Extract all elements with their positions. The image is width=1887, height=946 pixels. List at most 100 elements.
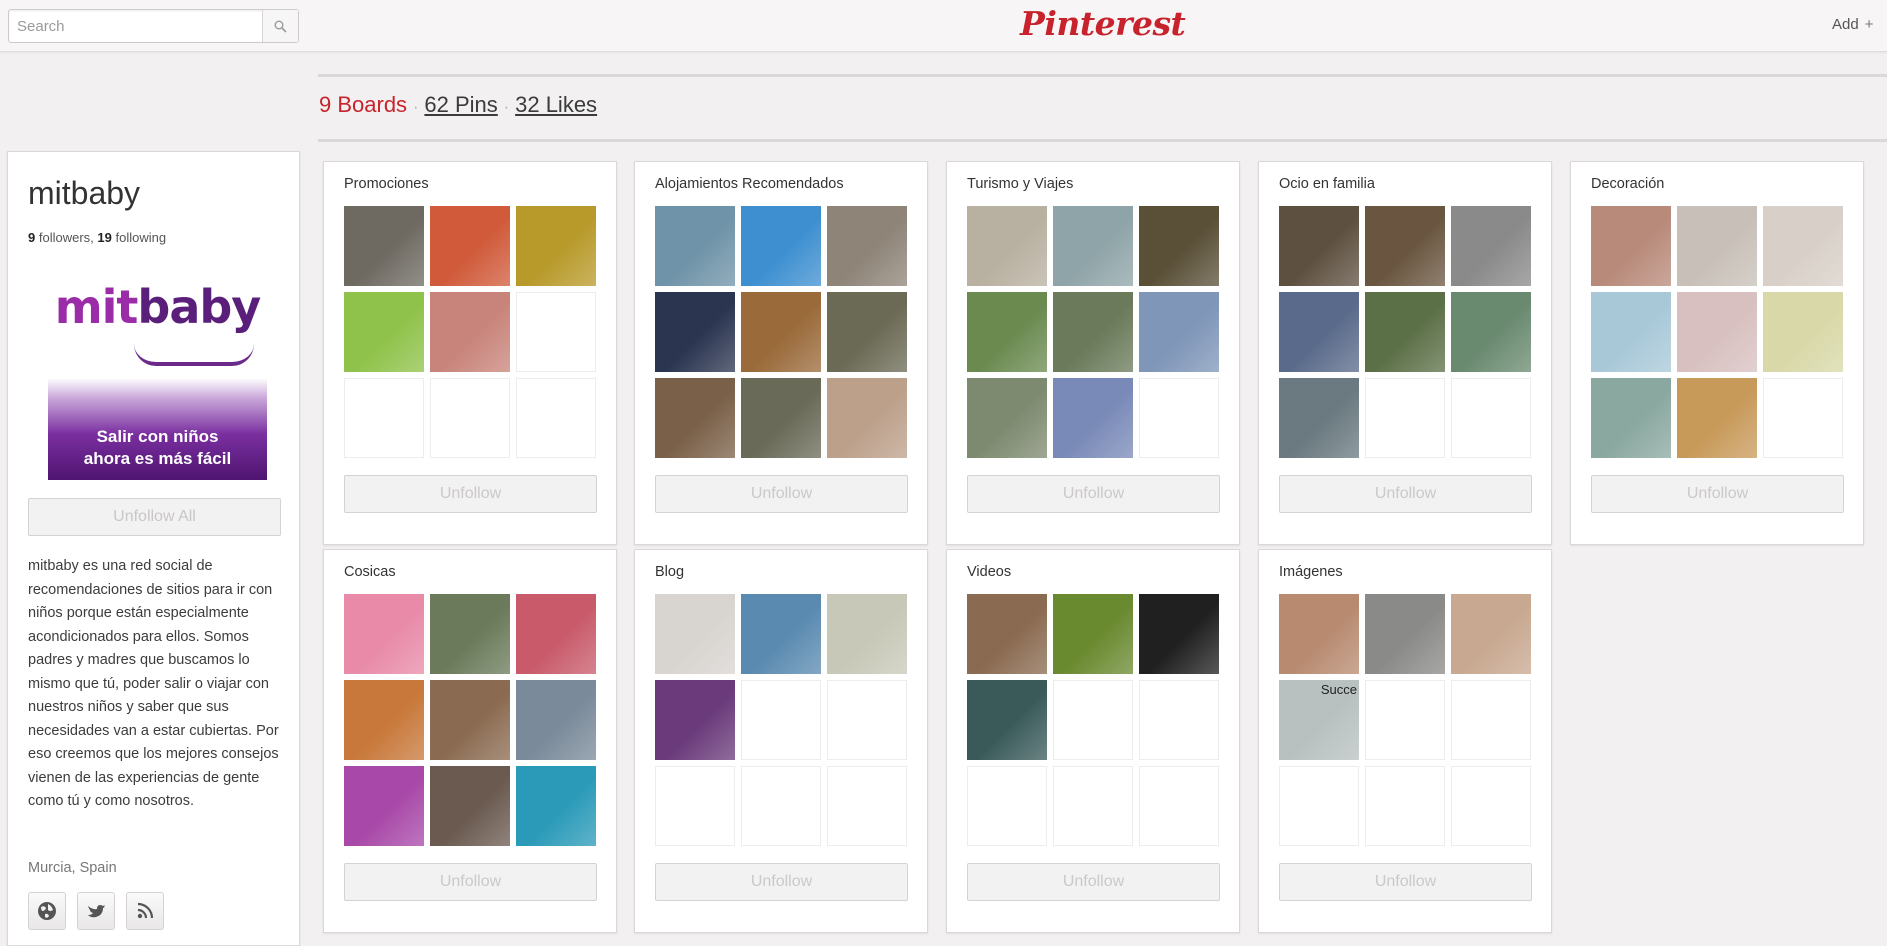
twitter-icon bbox=[88, 905, 105, 918]
board-title[interactable]: Ocio en familia bbox=[1279, 176, 1375, 192]
pin-thumbnail bbox=[655, 206, 735, 286]
website-link[interactable] bbox=[28, 892, 66, 930]
avatar-banner: Salir con niños ahora es más fácil bbox=[48, 378, 267, 480]
search-input[interactable] bbox=[9, 10, 263, 42]
board-thumbnails[interactable] bbox=[967, 594, 1220, 846]
pin-thumbnail bbox=[1677, 206, 1757, 286]
globe-icon bbox=[38, 902, 56, 920]
pin-thumbnail bbox=[1139, 594, 1219, 674]
board-title[interactable]: Decoración bbox=[1591, 176, 1664, 192]
pin-thumbnail bbox=[1591, 378, 1671, 458]
board-card[interactable]: Promociones Unfollow bbox=[323, 161, 617, 545]
empty-thumbnail bbox=[741, 766, 821, 846]
empty-thumbnail bbox=[516, 378, 596, 458]
rss-link[interactable] bbox=[126, 892, 164, 930]
separator: · bbox=[503, 99, 510, 116]
pin-thumbnail bbox=[1365, 594, 1445, 674]
pin-thumbnail bbox=[1365, 292, 1445, 372]
board-card[interactable]: Ocio en familia Unfollow bbox=[1258, 161, 1552, 545]
empty-thumbnail bbox=[344, 378, 424, 458]
unfollow-board-button[interactable]: Unfollow bbox=[1279, 863, 1532, 901]
pin-thumbnail bbox=[741, 378, 821, 458]
board-card[interactable]: Decoración Unfollow bbox=[1570, 161, 1864, 545]
add-label: Add bbox=[1832, 16, 1859, 33]
separator: · bbox=[413, 99, 419, 116]
unfollow-board-button[interactable]: Unfollow bbox=[967, 475, 1220, 513]
pin-thumbnail bbox=[430, 680, 510, 760]
pin-thumbnail bbox=[516, 766, 596, 846]
board-thumbnails[interactable] bbox=[344, 594, 597, 846]
empty-thumbnail bbox=[1139, 766, 1219, 846]
board-thumbnails[interactable] bbox=[344, 206, 597, 458]
add-button[interactable]: Add + bbox=[1832, 16, 1873, 33]
pin-thumbnail bbox=[827, 378, 907, 458]
unfollow-board-button[interactable]: Unfollow bbox=[655, 475, 908, 513]
pins-tab[interactable]: 62 Pins bbox=[424, 92, 497, 117]
board-thumbnails[interactable]: Succe bbox=[1279, 594, 1532, 846]
pin-thumbnail bbox=[516, 680, 596, 760]
followers-count[interactable]: 9 bbox=[28, 230, 35, 245]
thumbnail-caption: Succe bbox=[1320, 682, 1357, 697]
unfollow-board-button[interactable]: Unfollow bbox=[655, 863, 908, 901]
unfollow-all-button[interactable]: Unfollow All bbox=[28, 498, 281, 536]
pin-thumbnail bbox=[1763, 206, 1843, 286]
pin-thumbnail bbox=[1053, 378, 1133, 458]
pin-thumbnail bbox=[516, 206, 596, 286]
unfollow-board-button[interactable]: Unfollow bbox=[967, 863, 1220, 901]
pin-thumbnail bbox=[1365, 206, 1445, 286]
boards-tab[interactable]: 9 Boards bbox=[319, 92, 407, 117]
board-card[interactable]: Cosicas Unfollow bbox=[323, 549, 617, 933]
following-count[interactable]: 19 bbox=[97, 230, 111, 245]
board-thumbnails[interactable] bbox=[1279, 206, 1532, 458]
board-card[interactable]: Blog Unfollow bbox=[634, 549, 928, 933]
pin-thumbnail bbox=[967, 292, 1047, 372]
board-card[interactable]: Videos Unfollow bbox=[946, 549, 1240, 933]
unfollow-board-button[interactable]: Unfollow bbox=[344, 475, 597, 513]
board-title[interactable]: Imágenes bbox=[1279, 564, 1343, 580]
board-thumbnails[interactable] bbox=[655, 594, 908, 846]
twitter-link[interactable] bbox=[77, 892, 115, 930]
pin-thumbnail bbox=[430, 292, 510, 372]
pin-thumbnail bbox=[1279, 378, 1359, 458]
search-button[interactable] bbox=[262, 10, 298, 42]
pin-thumbnail bbox=[655, 292, 735, 372]
board-title[interactable]: Alojamientos Recomendados bbox=[655, 176, 844, 192]
board-thumbnails[interactable] bbox=[1591, 206, 1844, 458]
board-title[interactable]: Blog bbox=[655, 564, 684, 580]
pin-thumbnail bbox=[516, 594, 596, 674]
profile-name: mitbaby bbox=[28, 175, 141, 211]
board-title[interactable]: Promociones bbox=[344, 176, 429, 192]
pin-thumbnail bbox=[827, 292, 907, 372]
pin-thumbnail bbox=[344, 594, 424, 674]
board-title[interactable]: Cosicas bbox=[344, 564, 396, 580]
board-card[interactable]: Turismo y Viajes Unfollow bbox=[946, 161, 1240, 545]
followers-label: followers, bbox=[38, 230, 94, 245]
unfollow-board-button[interactable]: Unfollow bbox=[1279, 475, 1532, 513]
board-thumbnails[interactable] bbox=[967, 206, 1220, 458]
pin-thumbnail bbox=[1677, 292, 1757, 372]
pinterest-logo[interactable]: Pinterest bbox=[1020, 4, 1186, 48]
pin-thumbnail bbox=[1677, 378, 1757, 458]
board-title[interactable]: Turismo y Viajes bbox=[967, 176, 1073, 192]
board-title[interactable]: Videos bbox=[967, 564, 1011, 580]
unfollow-board-button[interactable]: Unfollow bbox=[344, 863, 597, 901]
avatar: mitbaby Salir con niños ahora es más fác… bbox=[48, 274, 267, 480]
pin-thumbnail bbox=[967, 680, 1047, 760]
board-thumbnails[interactable] bbox=[655, 206, 908, 458]
likes-tab[interactable]: 32 Likes bbox=[515, 92, 597, 117]
pin-thumbnail bbox=[1591, 292, 1671, 372]
top-header: Pinterest Add + bbox=[0, 0, 1887, 52]
pin-thumbnail bbox=[1053, 292, 1133, 372]
social-links bbox=[28, 892, 164, 930]
empty-thumbnail bbox=[1053, 766, 1133, 846]
board-card[interactable]: Imágenes Succe Unfollow bbox=[1258, 549, 1552, 933]
pin-thumbnail bbox=[655, 680, 735, 760]
pin-thumbnail bbox=[967, 378, 1047, 458]
empty-thumbnail bbox=[827, 680, 907, 760]
pin-thumbnail bbox=[655, 594, 735, 674]
pin-thumbnail bbox=[967, 594, 1047, 674]
unfollow-board-button[interactable]: Unfollow bbox=[1591, 475, 1844, 513]
pin-thumbnail bbox=[430, 206, 510, 286]
board-card[interactable]: Alojamientos Recomendados Unfollow bbox=[634, 161, 928, 545]
profile-location: Murcia, Spain bbox=[28, 860, 117, 876]
